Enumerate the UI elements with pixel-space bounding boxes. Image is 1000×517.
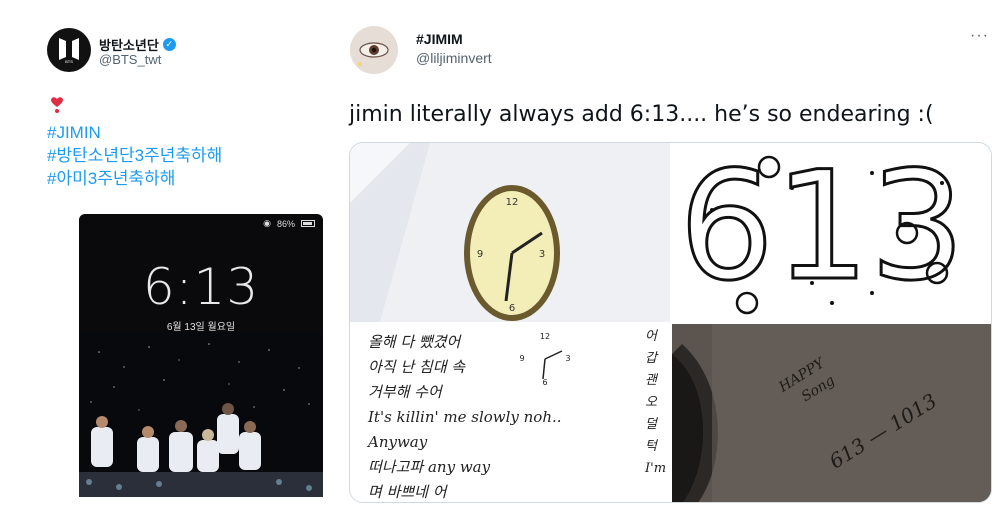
book-photo — [672, 324, 991, 502]
bts-logo-icon: BTS — [59, 38, 79, 64]
verified-icon: ✓ — [162, 38, 176, 51]
right-display-name[interactable]: #JIMIM — [416, 31, 463, 47]
jimim-avatar[interactable] — [350, 26, 398, 74]
lyric-line: 떠나고파 any way — [368, 458, 491, 476]
heart-exclamation-icon — [51, 97, 63, 113]
alarm-icon: ◉ — [263, 218, 271, 228]
svg-text:6: 6 — [542, 378, 547, 387]
svg-text:6: 6 — [509, 303, 515, 314]
clock-illustration: 12 3 6 9 — [350, 143, 560, 322]
media-grid: 12 3 6 9 613 올해 다 뺐겼어 아직 난 침대 속 거부해 수어 I… — [349, 142, 992, 503]
side-char: I'm — [645, 461, 667, 476]
hashtag-link[interactable]: #JIMIN — [47, 121, 222, 144]
613-doodle: 613 — [677, 143, 966, 316]
hashtag-link[interactable]: #방탄소년단3주년축하해 — [47, 144, 222, 167]
phone-lockscreen-image[interactable]: ◉ 86% 6:13 6월 13일 월요일 — [79, 214, 323, 497]
side-char: 오 — [645, 395, 657, 410]
media-image-clock[interactable]: 12 3 6 9 — [350, 143, 670, 322]
svg-text:613: 613 — [679, 143, 965, 314]
bts-avatar[interactable]: BTS — [47, 28, 91, 72]
phone-status-bar: ◉ 86% — [263, 218, 315, 229]
lyric-line: 며 바쁘네 어 — [368, 483, 447, 501]
media-image-613[interactable]: 613 — [672, 143, 991, 322]
side-lyrics: 어 갑 괜 오 덜 턱 I'm — [645, 326, 666, 480]
svg-text:9: 9 — [477, 249, 483, 260]
small-clock-sketch: 12 3 6 9 — [519, 332, 570, 387]
battery-icon — [301, 220, 315, 227]
more-options-icon[interactable]: ··· — [970, 27, 989, 45]
svg-text:12: 12 — [506, 197, 519, 208]
media-image-lyrics[interactable]: 올해 다 뺐겼어 아직 난 침대 속 거부해 수어 It's killin' m… — [350, 324, 670, 502]
side-char: 덜 — [645, 417, 657, 432]
svg-text:12: 12 — [540, 332, 550, 341]
media-image-book[interactable]: HAPPY Song 613 — 1013 — [672, 324, 991, 502]
lyric-line: Anyway — [368, 433, 428, 451]
left-handle[interactable]: @BTS_twt — [99, 52, 161, 67]
svg-text:3: 3 — [565, 354, 570, 363]
hashtag-list: #JIMIN #방탄소년단3주년축하해 #아미3주년축하해 — [47, 121, 222, 190]
concert-photo — [79, 332, 323, 497]
hashtag-link[interactable]: #아미3주년축하해 — [47, 167, 222, 190]
side-char: 괜 — [645, 373, 657, 388]
svg-text:3: 3 — [539, 249, 545, 260]
svg-text:BTS: BTS — [65, 59, 73, 64]
side-char: 갑 — [645, 351, 657, 366]
lyric-line: It's killin' me slowly noh.. — [368, 408, 562, 426]
lockscreen-date: 6월 13일 월요일 — [166, 322, 236, 333]
lockscreen-time: 6:13 — [142, 258, 260, 316]
right-handle[interactable]: @liljiminvert — [416, 50, 492, 66]
eye-avatar-image — [350, 26, 398, 74]
battery-text: 86% — [276, 218, 295, 229]
tweet-text: jimin literally always add 6:13.... he’s… — [349, 102, 934, 127]
left-tweet: BTS 방탄소년단 ✓ @BTS_twt #JIMIN #방탄소년단3주년축하해… — [0, 0, 340, 517]
side-char: 어 — [645, 329, 657, 344]
side-char: 턱 — [645, 439, 657, 454]
svg-text:9: 9 — [519, 354, 524, 363]
